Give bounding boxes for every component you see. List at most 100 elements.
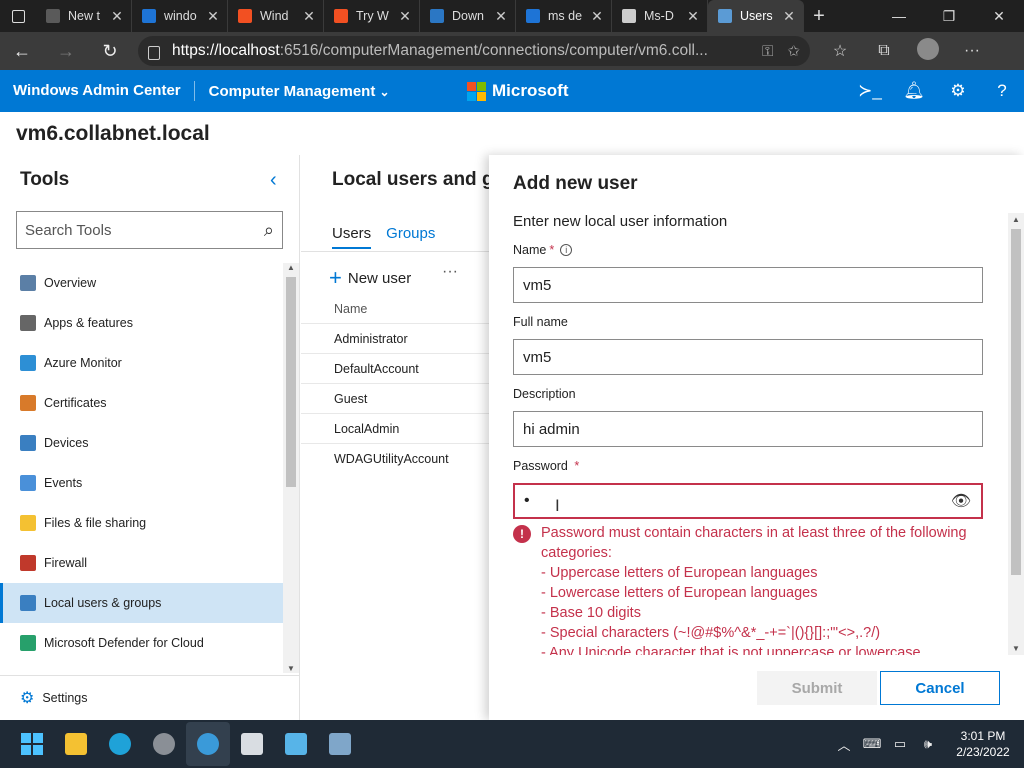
tab-users[interactable]: Users: [332, 225, 372, 249]
network-icon[interactable]: ▭: [886, 736, 914, 752]
keyboard-icon[interactable]: ⌨: [858, 736, 886, 752]
close-tab-icon[interactable]: ✕: [301, 8, 317, 25]
column-header-name[interactable]: Name: [334, 302, 367, 316]
microsoft-logo-text: Microsoft: [492, 81, 569, 100]
server-manager-icon[interactable]: [230, 722, 274, 766]
sidebar-item[interactable]: Events: [0, 463, 283, 503]
full-name-field[interactable]: vm5: [513, 339, 983, 375]
start-button[interactable]: [10, 722, 54, 766]
add-favorite-icon[interactable]: ✩: [787, 42, 800, 60]
clock[interactable]: 3:01 PM 2/23/2022: [942, 728, 1024, 760]
new-user-button[interactable]: + New user: [329, 265, 411, 291]
profile-button[interactable]: [906, 37, 950, 65]
browser-tab[interactable]: windo ✕: [132, 0, 228, 32]
collapse-tools-icon[interactable]: ‹: [270, 169, 277, 192]
sidebar-item[interactable]: Microsoft Defender for Cloud: [0, 623, 283, 663]
solution-switcher[interactable]: Computer Management ⌄: [195, 83, 403, 100]
key-icon[interactable]: ⚿: [762, 43, 773, 60]
favorites-icon[interactable]: ☆: [818, 41, 862, 61]
browser-tab[interactable]: Users ✕: [708, 0, 804, 32]
address-bar[interactable]: https://localhost:6516/computerManagemen…: [138, 36, 810, 66]
scroll-up-arrow-icon[interactable]: ▲: [1008, 215, 1024, 224]
error-line: - Base 10 digits: [541, 605, 641, 621]
submit-button[interactable]: Submit: [757, 671, 877, 705]
scrollbar-thumb[interactable]: [1011, 229, 1021, 575]
sidebar-item-label: Events: [44, 476, 83, 490]
new-tab-button[interactable]: +: [804, 5, 834, 28]
reveal-password-eye-icon[interactable]: 👁︎: [950, 491, 972, 511]
file-explorer-icon[interactable]: [54, 722, 98, 766]
table-row[interactable]: DefaultAccount: [301, 353, 491, 383]
sidebar-item[interactable]: Devices: [0, 423, 283, 463]
sidebar-item[interactable]: Network: [0, 663, 283, 673]
tab-actions-icon[interactable]: [0, 0, 36, 32]
settings-link[interactable]: ⚙ Settings: [0, 675, 299, 720]
edge-icon[interactable]: [98, 722, 142, 766]
package-icon[interactable]: [318, 722, 362, 766]
tab-groups[interactable]: Groups: [386, 225, 435, 249]
error-message: Password must contain characters in at l…: [541, 523, 983, 655]
description-field[interactable]: hi admin: [513, 411, 983, 447]
app-brand[interactable]: Windows Admin Center: [0, 81, 195, 101]
browser-tab[interactable]: Down ✕: [420, 0, 516, 32]
collections-icon[interactable]: ⧉: [862, 42, 906, 60]
close-tab-icon[interactable]: ✕: [589, 8, 605, 25]
minimize-button[interactable]: —: [874, 0, 924, 32]
close-tab-icon[interactable]: ✕: [205, 8, 221, 25]
edge-active-icon[interactable]: [186, 722, 230, 766]
users-icon: [20, 595, 36, 611]
panel-scrollbar[interactable]: ▲ ▼: [1008, 213, 1024, 655]
powershell-icon[interactable]: ≻_: [848, 70, 892, 112]
more-actions-icon[interactable]: ···: [442, 263, 458, 281]
more-menu-icon[interactable]: ···: [950, 42, 994, 60]
close-tab-icon[interactable]: ✕: [685, 8, 701, 25]
browser-tab[interactable]: New t ✕: [36, 0, 132, 32]
scroll-down-arrow-icon[interactable]: ▼: [283, 664, 299, 673]
table-row[interactable]: LocalAdmin: [301, 413, 491, 443]
sidebar-item[interactable]: Certificates: [0, 383, 283, 423]
volume-icon[interactable]: 🕪︎: [914, 736, 942, 752]
close-tab-icon[interactable]: ✕: [109, 8, 125, 25]
settings-gear-icon[interactable]: ⚙: [936, 70, 980, 112]
scroll-up-arrow-icon[interactable]: ▲: [283, 263, 299, 272]
chevron-up-icon[interactable]: ︿: [830, 735, 858, 754]
browser-tab[interactable]: Ms-D ✕: [612, 0, 708, 32]
sidebar-item[interactable]: Local users & groups: [0, 583, 283, 623]
table-row[interactable]: WDAGUtilityAccount: [301, 443, 491, 473]
tab-title: Wind: [260, 9, 289, 23]
close-tab-icon[interactable]: ✕: [493, 8, 509, 25]
password-field[interactable]: • 👁︎: [513, 483, 983, 519]
browser-tab[interactable]: ms de ✕: [516, 0, 612, 32]
table-row[interactable]: Guest: [301, 383, 491, 413]
refresh-button[interactable]: ↻: [88, 41, 132, 62]
sidebar-item[interactable]: Azure Monitor: [0, 343, 283, 383]
info-icon[interactable]: i: [560, 244, 573, 256]
name-field[interactable]: vm5: [513, 267, 983, 303]
search-icon[interactable]: ⌕: [264, 220, 274, 241]
sidebar-item[interactable]: Apps & features: [0, 303, 283, 343]
tools-scrollbar[interactable]: ▲ ▼: [283, 263, 299, 673]
scroll-down-arrow-icon[interactable]: ▼: [1008, 644, 1024, 653]
settings-app-icon[interactable]: [142, 722, 186, 766]
overview-icon: [20, 275, 36, 291]
restore-button[interactable]: ❐: [924, 0, 974, 32]
browser-tab[interactable]: Wind ✕: [228, 0, 324, 32]
sidebar-item[interactable]: Firewall: [0, 543, 283, 583]
sidebar-item[interactable]: Files & file sharing: [0, 503, 283, 543]
close-window-button[interactable]: ✕: [974, 0, 1024, 32]
help-icon[interactable]: ?: [980, 70, 1024, 112]
notepad-icon[interactable]: [274, 722, 318, 766]
browser-tab[interactable]: Try W ✕: [324, 0, 420, 32]
notifications-icon[interactable]: 🔔︎: [892, 70, 936, 112]
tab-title: Ms-D: [644, 9, 674, 23]
sidebar-item[interactable]: Overview: [0, 263, 283, 303]
close-tab-icon[interactable]: ✕: [781, 8, 797, 25]
scrollbar-thumb[interactable]: [286, 277, 296, 487]
divider: [301, 251, 491, 252]
search-tools-input[interactable]: Search Tools ⌕: [16, 211, 283, 249]
close-tab-icon[interactable]: ✕: [397, 8, 413, 25]
table-row[interactable]: Administrator: [301, 323, 491, 353]
forward-button[interactable]: →: [44, 41, 88, 62]
back-button[interactable]: ←: [0, 41, 44, 62]
cancel-button[interactable]: Cancel: [880, 671, 1000, 705]
